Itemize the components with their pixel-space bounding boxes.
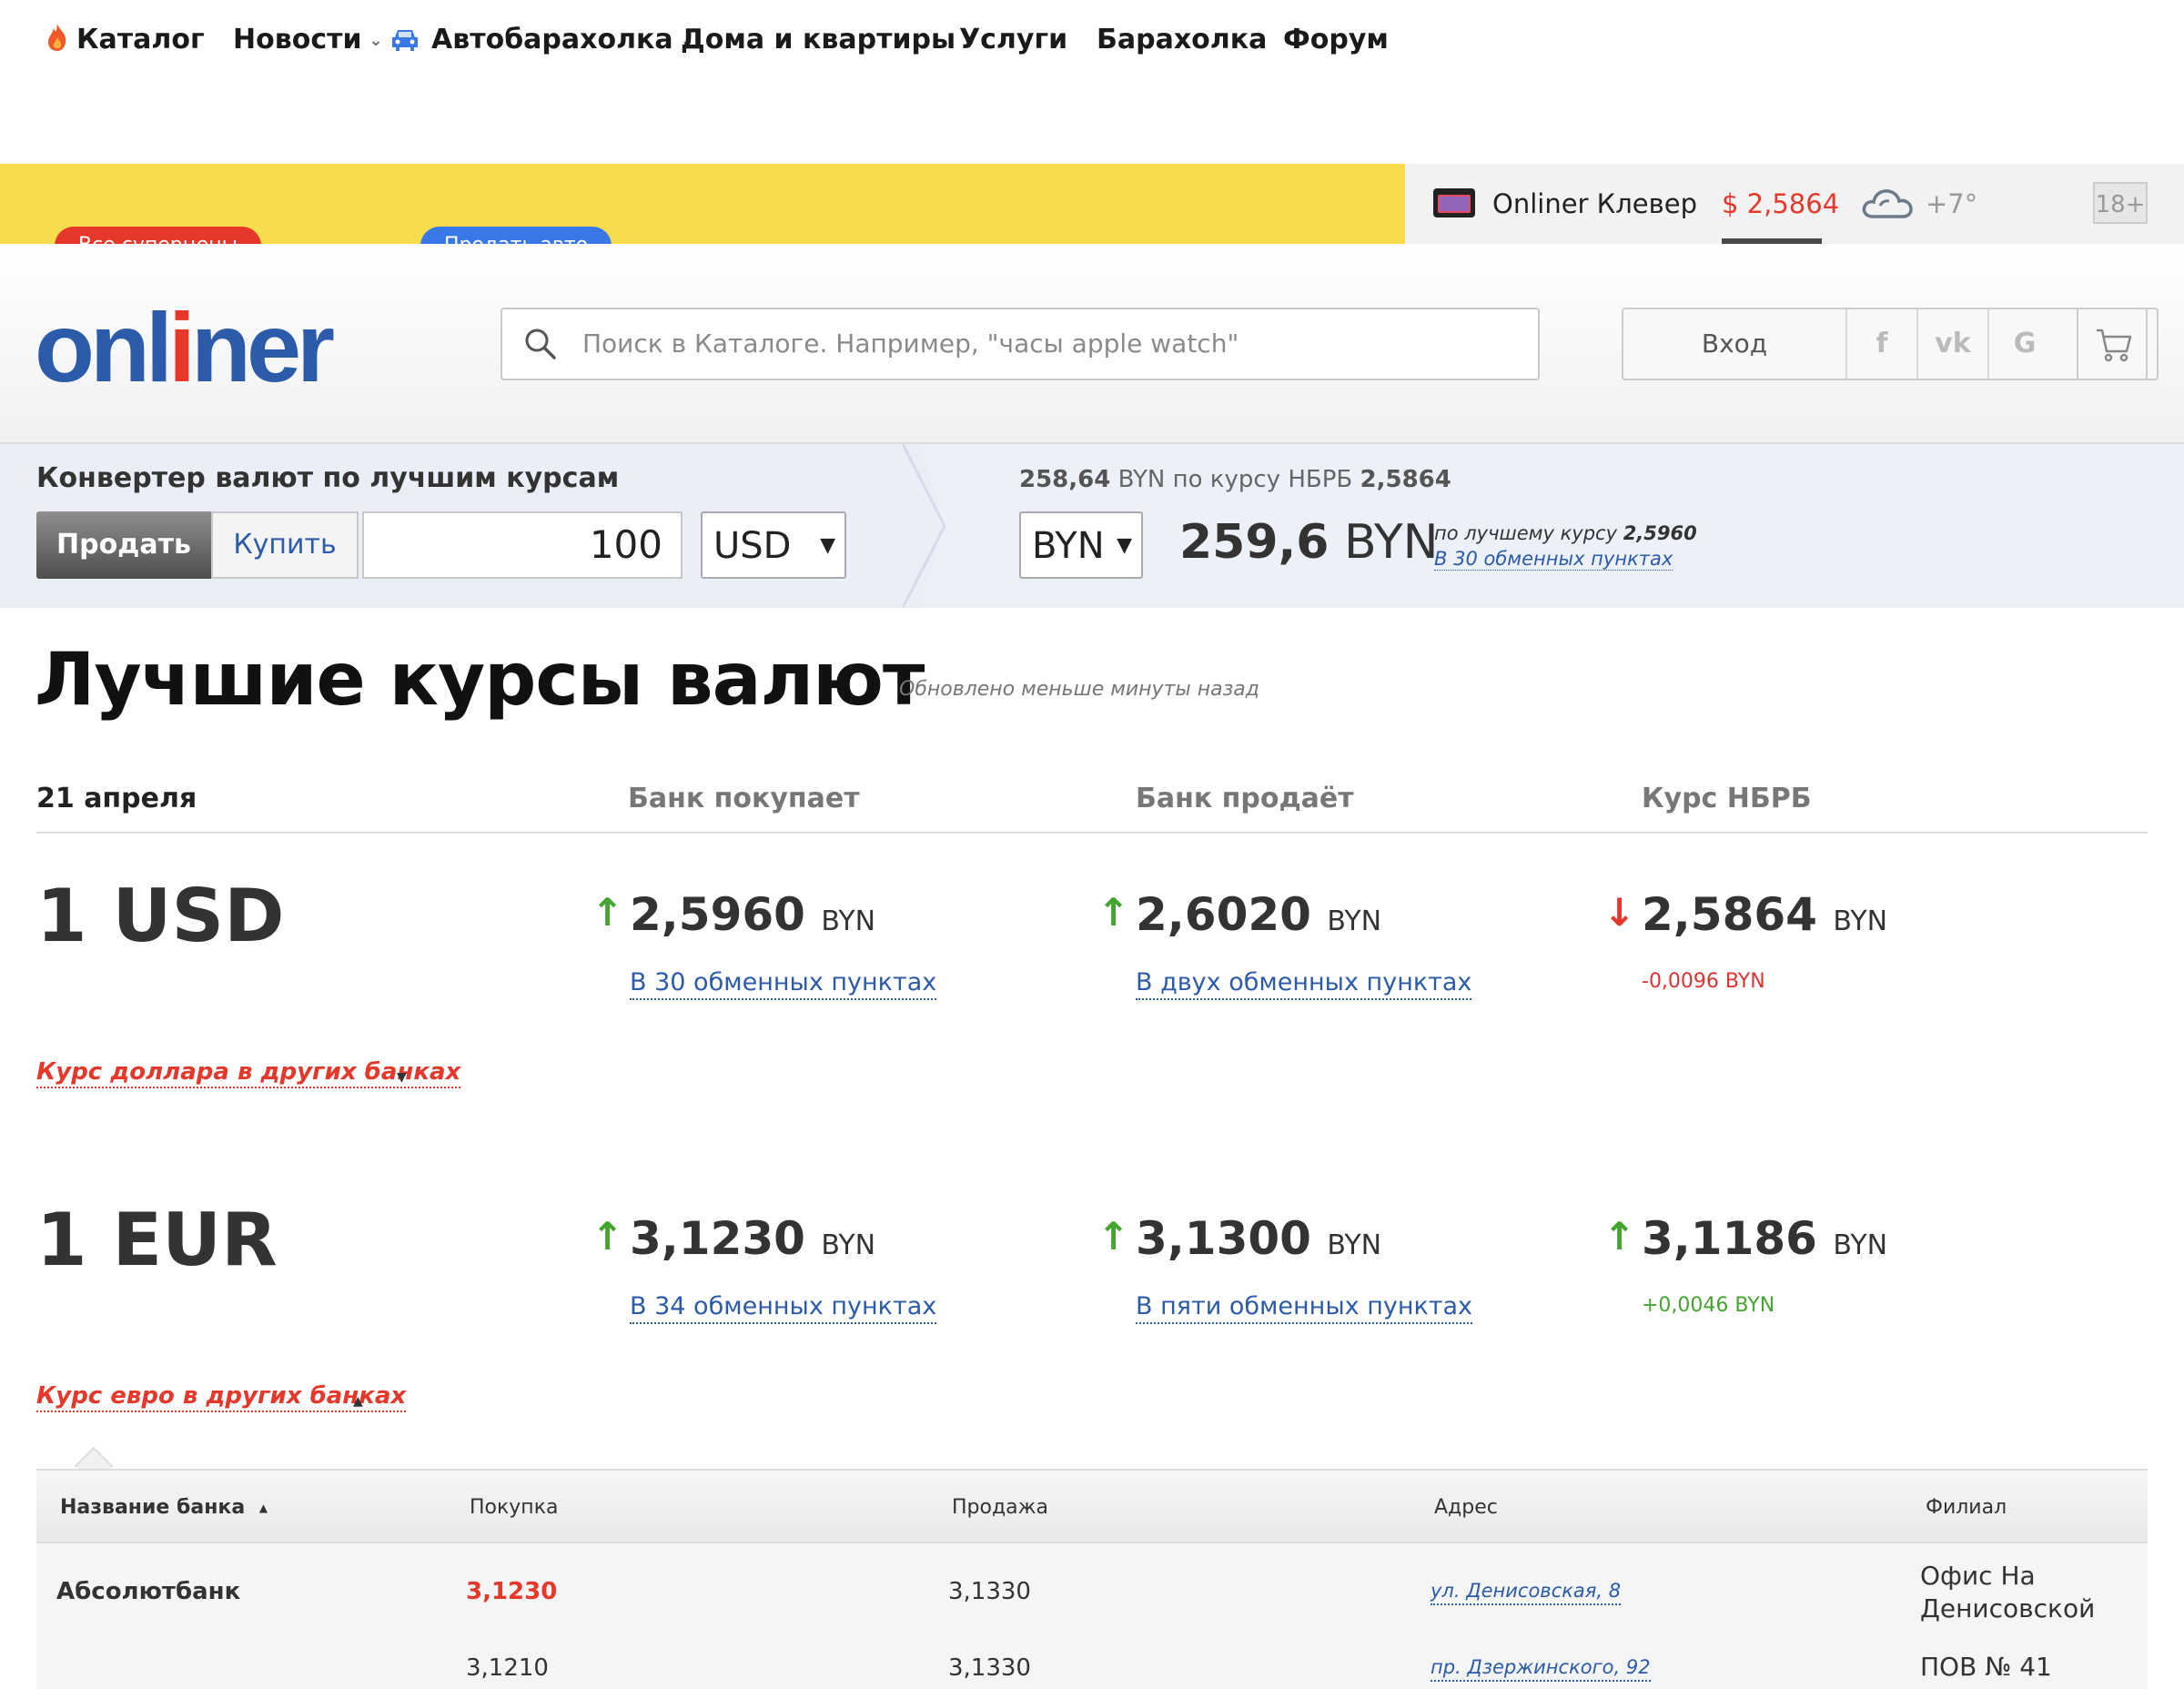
conversion-result: 259,6 BYN [1179,515,1439,570]
sort-asc-icon: ▲ [258,1502,268,1514]
clever-link[interactable]: Onliner Клевер [1432,164,1697,244]
rates-date: 21 апреля [36,783,197,814]
usd-sell-rate: 2,6020 BYN [1136,888,1382,941]
branch-cell: ПОВ № 41 [1920,1652,2052,1682]
clever-card-icon [1432,169,1476,249]
page-title: Лучшие курсы валют [35,637,925,722]
arrow-up-icon: ↑ [1603,1214,1636,1259]
currency-rate-link[interactable]: $ 2,5864 [1722,164,1839,244]
arrow-up-icon: ↑ [1097,890,1130,935]
currency-converter: Конвертер валют по лучшим курсам Продать… [0,444,2184,608]
usd-nbrb-rate: 2,5864 BYN [1642,888,1888,941]
arrow-up-icon: ↑ [592,1214,624,1259]
weather-link[interactable]: +7° [1860,164,1977,244]
age-restriction-badge: 18+ [2093,182,2148,224]
usd-buy-points-link[interactable]: В 30 обменных пунктах [630,967,937,1000]
arrow-up-icon: ↑ [592,890,624,935]
th-buy[interactable]: Покупка [470,1471,558,1545]
column-nbrb: Курс НБРБ [1642,783,1812,814]
from-currency-select[interactable]: USD ▼ [701,511,846,579]
fire-icon [46,4,69,84]
currency-usd: 1 USD [36,874,285,958]
cloud-icon [1860,173,1916,253]
car-icon [389,4,420,84]
cart-icon [2095,328,2133,366]
best-rate-link[interactable]: В 30 обменных пунктах [1434,548,1673,571]
table-body: Абсолютбанк 3,1230 3,1330 ул. Денисовска… [36,1543,2148,1689]
amount-input[interactable]: 100 [362,511,682,579]
eur-buy-rate: 3,1230 BYN [630,1212,876,1265]
converter-title: Конвертер валют по лучшим курсам [36,462,620,494]
to-currency-select[interactable]: BYN ▼ [1019,511,1143,579]
nav-item-news[interactable]: Новости ⌄ [233,0,383,80]
eur-nbrb-delta: +0,0046 BYN [1642,1294,1775,1317]
currency-eur: 1 EUR [36,1198,278,1282]
bank-name: Абсолютбанк [56,1578,241,1605]
arrow-up-icon: ↑ [1097,1214,1130,1259]
sell-rate-cell: 3,1330 [948,1654,1031,1682]
th-sell[interactable]: Продажа [952,1471,1048,1545]
nav-item-realty[interactable]: Дома и квартиры ⌄ [681,0,976,80]
th-branch: Филиал [1926,1496,2007,1519]
eur-other-banks-link[interactable]: Курс евро в других банках [36,1381,407,1412]
arrow-down-icon: ↓ [1603,890,1636,935]
chevron-down-icon: ⌄ [369,31,383,50]
search-icon [522,326,559,362]
search-input[interactable]: Поиск в Каталоге. Например, "часы apple … [500,308,1540,380]
usd-buy-rate: 2,5960 BYN [630,888,876,941]
caret-down-icon: ▼ [397,1070,407,1085]
usd-sell-points-link[interactable]: В двух обменных пунктах [1136,967,1472,1000]
google-icon[interactable]: G [1989,309,2060,379]
converter-divider-arrow [903,444,946,608]
top-navigation [0,164,2184,244]
table-header: Название банка ▲ Покупка Продажа Адрес Ф… [36,1469,2148,1543]
nav-item-baraholka[interactable]: Барахолка [1097,0,1267,80]
eur-banks-table: Название банка ▲ Покупка Продажа Адрес Ф… [36,1446,2148,1689]
facebook-icon[interactable]: f [1847,309,1918,379]
buy-rate-cell: 3,1230 [466,1578,558,1605]
vk-icon[interactable]: vk [1918,309,1989,379]
column-bank-buys: Банк покупает [628,783,860,814]
nbrb-conversion: 258,64 BYN по курсу НБРБ 2,5864 [1019,466,1451,493]
sell-toggle-button[interactable]: Продать [36,511,211,579]
branch-cell: Офис На Денисовской [1920,1561,2096,1623]
site-header: onliner Поиск в Каталоге. Например, "час… [0,244,2184,444]
th-bank-name[interactable]: Название банка ▲ [60,1471,268,1545]
login-button[interactable]: Вход [1623,309,1847,379]
caret-up-icon: ▲ [353,1394,363,1409]
address-link[interactable]: ул. Денисовская, 8 [1431,1578,1622,1605]
usd-nbrb-delta: -0,0096 BYN [1642,970,1765,993]
address-link[interactable]: пр. Дзержинского, 92 [1431,1654,1651,1682]
column-bank-sells: Банк продаёт [1136,783,1354,814]
search-placeholder: Поиск в Каталоге. Например, "часы apple … [582,329,1239,359]
sell-rate-cell: 3,1330 [948,1578,1031,1605]
eur-nbrb-rate: 3,1186 BYN [1642,1212,1888,1265]
eur-buy-points-link[interactable]: В 34 обменных пунктах [630,1291,937,1324]
th-address: Адрес [1434,1496,1498,1519]
onliner-logo[interactable]: onliner [35,298,335,397]
divider [36,832,2148,834]
buy-toggle-button[interactable]: Купить [211,511,359,579]
updated-status: Обновлено меньше минуты назад [899,678,1259,701]
nav-item-auto[interactable]: Автобарахолка ⌄ [389,0,694,80]
cart-button[interactable] [2077,308,2148,380]
nav-item-catalog[interactable]: Каталог [46,0,205,80]
nav-item-services[interactable]: Услуги [959,0,1067,80]
nav-item-forum[interactable]: Форум [1283,0,1389,80]
buy-rate-cell: 3,1210 [466,1654,549,1682]
chevron-down-icon: ▼ [820,534,835,557]
best-rate-note: по лучшему курсу 2,5960 В 30 обменных пу… [1434,522,1697,571]
eur-sell-rate: 3,1300 BYN [1136,1212,1382,1265]
eur-sell-points-link[interactable]: В пяти обменных пунктах [1136,1291,1473,1324]
chevron-down-icon: ▼ [1117,534,1132,557]
